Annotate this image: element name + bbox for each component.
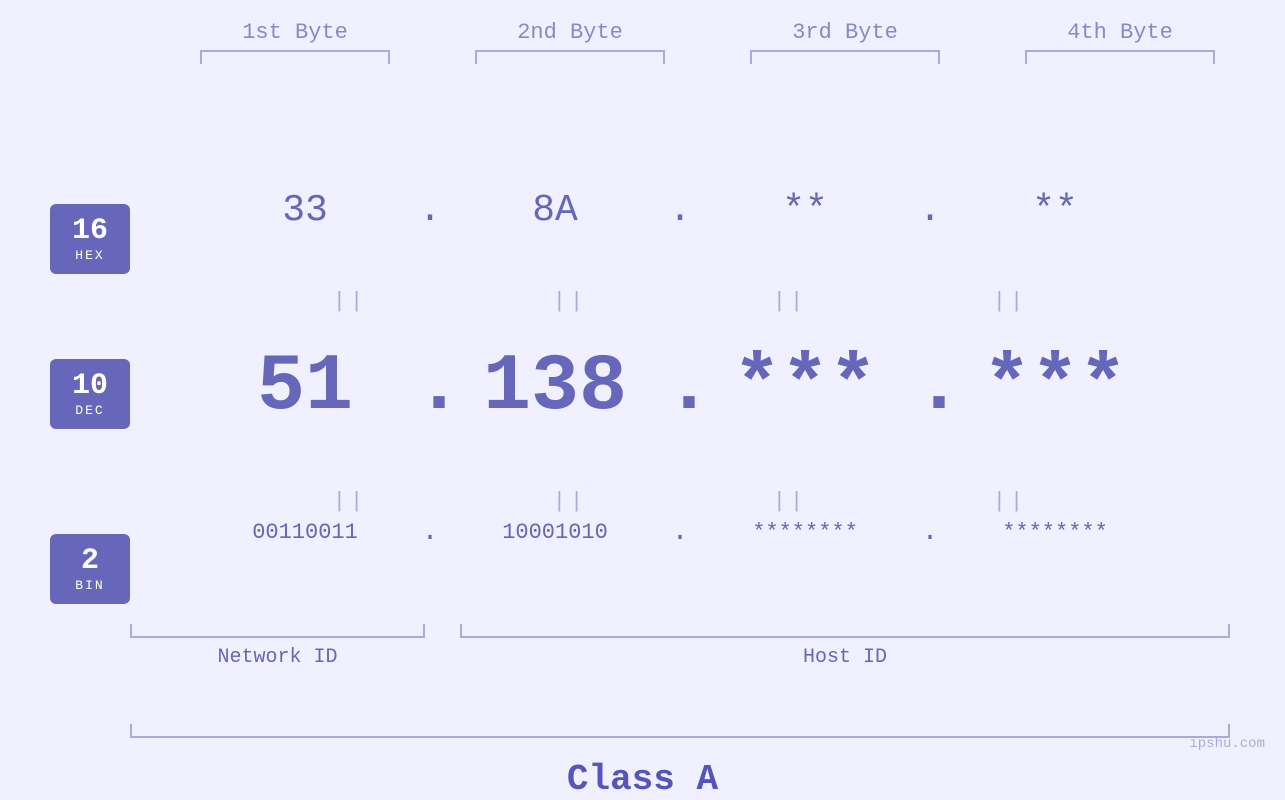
hex-val-3: ** — [695, 189, 915, 232]
bin-val-3: ******** — [695, 520, 915, 545]
dec-row: 51 . 138 . *** . *** — [130, 342, 1230, 433]
content-area: 16 HEX 10 DEC 2 BIN 33 . 8A . ** . ** ||… — [0, 74, 1285, 747]
watermark: ipshu.com — [1189, 736, 1265, 752]
hex-number: 16 — [72, 215, 108, 248]
bin-val-2: 10001010 — [445, 520, 665, 545]
bottom-brackets — [130, 624, 1230, 638]
bottom-section: Network ID Host ID — [130, 624, 1230, 669]
sep-6: || — [460, 489, 680, 514]
hex-val-4: ** — [945, 189, 1165, 232]
dec-val-3: *** — [695, 342, 915, 433]
top-bracket-row — [158, 50, 1258, 64]
class-label: Class A — [0, 759, 1285, 800]
dec-name: DEC — [75, 403, 104, 418]
base-dec-label: 10 DEC — [50, 359, 130, 429]
bin-row: 00110011 . 10001010 . ******** . *******… — [130, 517, 1230, 548]
bin-val-1: 00110011 — [195, 520, 415, 545]
dec-dot-3: . — [915, 342, 945, 433]
dec-dot-1: . — [415, 342, 445, 433]
sep-3: || — [680, 289, 900, 314]
byte-label-2: 2nd Byte — [460, 20, 680, 45]
outer-bracket — [130, 724, 1230, 738]
main-container: 1st Byte 2nd Byte 3rd Byte 4th Byte 16 H… — [0, 0, 1285, 767]
hex-val-1: 33 — [195, 189, 415, 232]
bin-dot-3: . — [915, 517, 945, 548]
sep-hex-dec: || || || || — [130, 289, 1230, 314]
host-bracket — [460, 624, 1230, 638]
byte-headers: 1st Byte 2nd Byte 3rd Byte 4th Byte — [158, 20, 1258, 45]
bracket-2 — [475, 50, 665, 64]
network-bracket — [130, 624, 425, 638]
bin-number: 2 — [81, 545, 99, 578]
bottom-labels: Network ID Host ID — [130, 646, 1230, 669]
sep-1: || — [240, 289, 460, 314]
sep-2: || — [460, 289, 680, 314]
hex-name: HEX — [75, 248, 104, 263]
base-bin-label: 2 BIN — [50, 534, 130, 604]
byte-label-1: 1st Byte — [185, 20, 405, 45]
byte-label-3: 3rd Byte — [735, 20, 955, 45]
sep-7: || — [680, 489, 900, 514]
sep-5: || — [240, 489, 460, 514]
hex-dot-2: . — [665, 189, 695, 232]
byte-label-4: 4th Byte — [1010, 20, 1230, 45]
hex-dot-1: . — [415, 189, 445, 232]
dec-dot-2: . — [665, 342, 695, 433]
dec-val-4: *** — [945, 342, 1165, 433]
sep-4: || — [900, 289, 1120, 314]
base-hex-label: 16 HEX — [50, 204, 130, 274]
bracket-4 — [1025, 50, 1215, 64]
bracket-3 — [750, 50, 940, 64]
sep-dec-bin: || || || || — [130, 489, 1230, 514]
dec-number: 10 — [72, 370, 108, 403]
sep-8: || — [900, 489, 1120, 514]
bracket-1 — [200, 50, 390, 64]
dec-val-1: 51 — [195, 342, 415, 433]
hex-val-2: 8A — [445, 189, 665, 232]
bin-dot-1: . — [415, 517, 445, 548]
hex-dot-3: . — [915, 189, 945, 232]
bin-dot-2: . — [665, 517, 695, 548]
host-id-label: Host ID — [460, 646, 1230, 669]
dec-val-2: 138 — [445, 342, 665, 433]
bin-name: BIN — [75, 578, 104, 593]
network-id-label: Network ID — [130, 646, 425, 669]
hex-row: 33 . 8A . ** . ** — [130, 189, 1230, 232]
bin-val-4: ******** — [945, 520, 1165, 545]
